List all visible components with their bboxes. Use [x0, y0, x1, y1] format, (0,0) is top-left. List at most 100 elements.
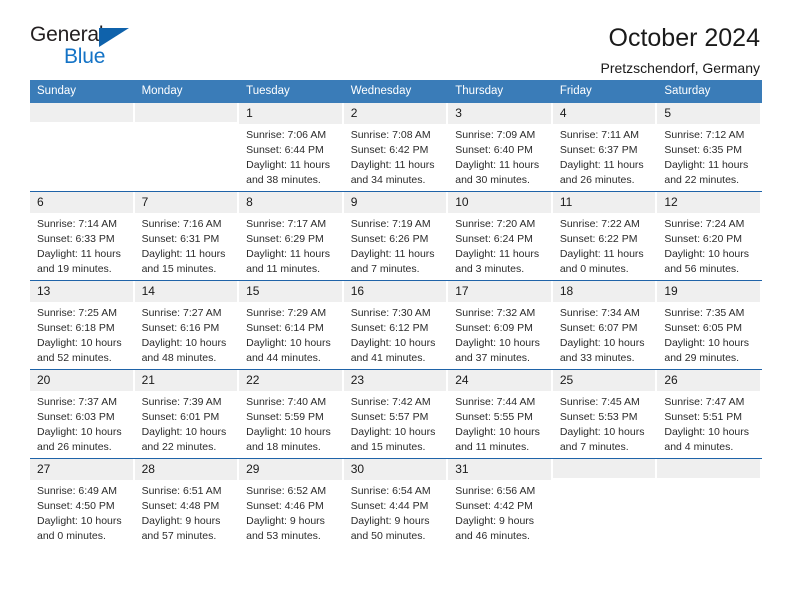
daylight-text-1: Daylight: 10 hours — [664, 247, 750, 260]
daylight-text-2: and 33 minutes. — [559, 351, 635, 364]
daylight-text-1: Daylight: 10 hours — [37, 336, 122, 349]
day-sun-info — [553, 478, 658, 482]
day-sun-info: Sunrise: 7:14 AM Sunset: 6:33 PM Daylight:… — [30, 213, 135, 277]
calendar-day-cell[interactable]: 26 Sunrise: 7:47 AM Sunset: 5:51 PM Dayligh… — [657, 369, 762, 459]
daylight-text-2: and 11 minutes. — [246, 262, 321, 275]
calendar-day-cell[interactable]: 29 Sunrise: 6:52 AM Sunset: 4:46 PM Dayligh… — [239, 458, 344, 547]
calendar-day-cell[interactable]: 25 Sunrise: 7:45 AM Sunset: 5:53 PM Dayligh… — [552, 369, 658, 459]
day-sun-info: Sunrise: 7:20 AM Sunset: 6:24 PM Daylight:… — [448, 213, 553, 277]
calendar-day-cell[interactable]: 27 Sunrise: 6:49 AM Sunset: 4:50 PM Dayligh… — [30, 458, 135, 547]
day-cell-inner: 12 Sunrise: 7:24 AM Sunset: 6:20 PM Dayligh… — [657, 192, 762, 280]
daylight-text-2: and 18 minutes. — [246, 440, 321, 453]
day-sun-info: Sunrise: 7:24 AM Sunset: 6:20 PM Daylight:… — [657, 213, 762, 277]
calendar-day-cell[interactable]: 28 Sunrise: 6:51 AM Sunset: 4:48 PM Dayligh… — [134, 458, 240, 547]
day-cell-inner: 22 Sunrise: 7:40 AM Sunset: 5:59 PM Dayligh… — [239, 370, 344, 458]
calendar-day-cell[interactable]: 30 Sunrise: 6:54 AM Sunset: 4:44 PM Dayligh… — [343, 458, 449, 547]
day-number — [552, 459, 658, 478]
daylight-text-1: Daylight: 11 hours — [246, 247, 330, 260]
day-cell-inner: 19 Sunrise: 7:35 AM Sunset: 6:05 PM Dayligh… — [657, 281, 762, 369]
daylight-text-2: and 7 minutes. — [559, 440, 629, 453]
day-sun-info: Sunrise: 7:37 AM Sunset: 6:03 PM Daylight:… — [30, 391, 135, 455]
day-number — [30, 103, 135, 122]
general-blue-logo[interactable]: General Blue — [30, 24, 152, 72]
daylight-text-1: Daylight: 11 hours — [455, 247, 540, 260]
calendar-day-cell[interactable]: 5 Sunrise: 7:12 AM Sunset: 6:35 PM Daylight… — [657, 103, 762, 192]
sunset-text: Sunset: 6:22 PM — [559, 232, 638, 245]
daylight-text-2: and 56 minutes. — [664, 262, 740, 275]
calendar-day-cell[interactable]: 19 Sunrise: 7:35 AM Sunset: 6:05 PM Dayligh… — [657, 280, 762, 370]
day-number: 1 — [239, 103, 344, 124]
sunset-text: Sunset: 6:07 PM — [559, 321, 638, 334]
day-number: 27 — [30, 459, 135, 480]
calendar-day-cell[interactable]: 6 Sunrise: 7:14 AM Sunset: 6:33 PM Daylight… — [30, 191, 135, 281]
calendar-day-cell[interactable]: 24 Sunrise: 7:44 AM Sunset: 5:55 PM Dayligh… — [448, 369, 553, 459]
calendar-day-cell[interactable]: 14 Sunrise: 7:27 AM Sunset: 6:16 PM Dayligh… — [134, 280, 240, 370]
day-cell-inner: 14 Sunrise: 7:27 AM Sunset: 6:16 PM Dayligh… — [134, 281, 240, 369]
calendar-day-cell[interactable]: 20 Sunrise: 7:37 AM Sunset: 6:03 PM Dayligh… — [30, 369, 135, 459]
calendar-day-cell[interactable]: 1 Sunrise: 7:06 AM Sunset: 6:44 PM Daylight… — [239, 103, 344, 192]
daylight-text-2: and 29 minutes. — [664, 351, 740, 364]
calendar-day-cell[interactable]: 23 Sunrise: 7:42 AM Sunset: 5:57 PM Dayligh… — [343, 369, 449, 459]
sunset-text: Sunset: 6:18 PM — [37, 321, 115, 334]
sunrise-text: Sunrise: 7:19 AM — [350, 218, 431, 230]
calendar-day-cell[interactable]: 8 Sunrise: 7:17 AM Sunset: 6:29 PM Daylight… — [239, 191, 344, 281]
day-sun-info: Sunrise: 7:30 AM Sunset: 6:12 PM Daylight:… — [344, 302, 449, 366]
calendar-page: General Blue October 2024 Pretzschendorf… — [0, 0, 792, 612]
calendar-day-cell[interactable]: 17 Sunrise: 7:32 AM Sunset: 6:09 PM Dayligh… — [448, 280, 553, 370]
day-sun-info: Sunrise: 6:56 AM Sunset: 4:42 PM Daylight:… — [448, 480, 553, 544]
calendar-day-cell[interactable]: 12 Sunrise: 7:24 AM Sunset: 6:20 PM Dayligh… — [657, 191, 762, 281]
calendar-day-cell[interactable]: 3 Sunrise: 7:09 AM Sunset: 6:40 PM Daylight… — [448, 103, 553, 192]
title-block: October 2024 Pretzschendorf, Germany — [600, 24, 762, 76]
day-cell-inner — [134, 103, 240, 191]
day-number: 4 — [552, 103, 658, 124]
calendar-day-cell[interactable]: 15 Sunrise: 7:29 AM Sunset: 6:14 PM Dayligh… — [239, 280, 344, 370]
sunset-text: Sunset: 6:01 PM — [141, 410, 220, 423]
daylight-text-1: Daylight: 11 hours — [37, 247, 121, 260]
day-cell-inner: 15 Sunrise: 7:29 AM Sunset: 6:14 PM Dayligh… — [239, 281, 344, 369]
day-sun-info: Sunrise: 7:39 AM Sunset: 6:01 PM Daylight:… — [135, 391, 240, 455]
sunset-text: Sunset: 5:59 PM — [246, 410, 324, 423]
day-cell-inner: 9 Sunrise: 7:19 AM Sunset: 6:26 PM Daylight… — [343, 192, 449, 280]
daylight-text-2: and 34 minutes. — [350, 173, 426, 186]
day-number: 23 — [343, 370, 449, 391]
day-sun-info: Sunrise: 6:51 AM Sunset: 4:48 PM Daylight:… — [135, 480, 240, 544]
sunset-text: Sunset: 4:44 PM — [350, 499, 429, 512]
calendar-day-cell[interactable]: 21 Sunrise: 7:39 AM Sunset: 6:01 PM Dayligh… — [134, 369, 240, 459]
weekday-header-thursday: Thursday — [448, 80, 553, 103]
calendar-day-cell[interactable]: 31 Sunrise: 6:56 AM Sunset: 4:42 PM Dayligh… — [448, 458, 553, 547]
day-number: 22 — [239, 370, 344, 391]
day-cell-inner: 30 Sunrise: 6:54 AM Sunset: 4:44 PM Dayligh… — [343, 459, 449, 547]
calendar-day-cell[interactable]: 11 Sunrise: 7:22 AM Sunset: 6:22 PM Dayligh… — [552, 191, 658, 281]
sunrise-text: Sunrise: 7:24 AM — [664, 218, 745, 230]
daylight-text-2: and 22 minutes. — [141, 440, 217, 453]
day-number: 31 — [448, 459, 553, 480]
day-cell-inner: 10 Sunrise: 7:20 AM Sunset: 6:24 PM Dayligh… — [448, 192, 553, 280]
calendar-day-cell[interactable]: 16 Sunrise: 7:30 AM Sunset: 6:12 PM Dayligh… — [343, 280, 449, 370]
sunrise-text: Sunrise: 7:47 AM — [664, 396, 745, 408]
calendar-day-cell[interactable]: 2 Sunrise: 7:08 AM Sunset: 6:42 PM Daylight… — [343, 103, 449, 192]
sunrise-text: Sunrise: 6:56 AM — [455, 485, 536, 497]
day-number: 9 — [343, 192, 449, 213]
calendar-day-cell[interactable]: 4 Sunrise: 7:11 AM Sunset: 6:37 PM Daylight… — [552, 103, 658, 192]
day-sun-info: Sunrise: 7:22 AM Sunset: 6:22 PM Daylight:… — [553, 213, 658, 277]
day-sun-info: Sunrise: 6:54 AM Sunset: 4:44 PM Daylight:… — [344, 480, 449, 544]
day-cell-inner: 29 Sunrise: 6:52 AM Sunset: 4:46 PM Dayligh… — [239, 459, 344, 547]
day-sun-info — [657, 478, 762, 482]
day-cell-inner: 18 Sunrise: 7:34 AM Sunset: 6:07 PM Dayligh… — [552, 281, 658, 369]
day-sun-info: Sunrise: 7:29 AM Sunset: 6:14 PM Daylight:… — [239, 302, 344, 366]
calendar-day-cell[interactable]: 13 Sunrise: 7:25 AM Sunset: 6:18 PM Dayligh… — [30, 280, 135, 370]
sunset-text: Sunset: 5:53 PM — [559, 410, 638, 423]
day-number: 7 — [134, 192, 240, 213]
day-number: 6 — [30, 192, 135, 213]
day-number: 13 — [30, 281, 135, 302]
calendar-day-cell[interactable]: 7 Sunrise: 7:16 AM Sunset: 6:31 PM Daylight… — [134, 191, 240, 281]
calendar-day-cell[interactable]: 10 Sunrise: 7:20 AM Sunset: 6:24 PM Dayligh… — [448, 191, 553, 281]
sunrise-text: Sunrise: 7:16 AM — [141, 218, 222, 230]
sunset-text: Sunset: 6:20 PM — [664, 232, 743, 245]
calendar-day-cell[interactable]: 22 Sunrise: 7:40 AM Sunset: 5:59 PM Dayligh… — [239, 369, 344, 459]
day-number: 28 — [134, 459, 240, 480]
calendar-day-cell[interactable]: 9 Sunrise: 7:19 AM Sunset: 6:26 PM Daylight… — [343, 191, 449, 281]
calendar-day-cell[interactable]: 18 Sunrise: 7:34 AM Sunset: 6:07 PM Dayligh… — [552, 280, 658, 370]
daylight-text-1: Daylight: 10 hours — [350, 336, 436, 349]
day-cell-inner: 8 Sunrise: 7:17 AM Sunset: 6:29 PM Daylight… — [239, 192, 344, 280]
